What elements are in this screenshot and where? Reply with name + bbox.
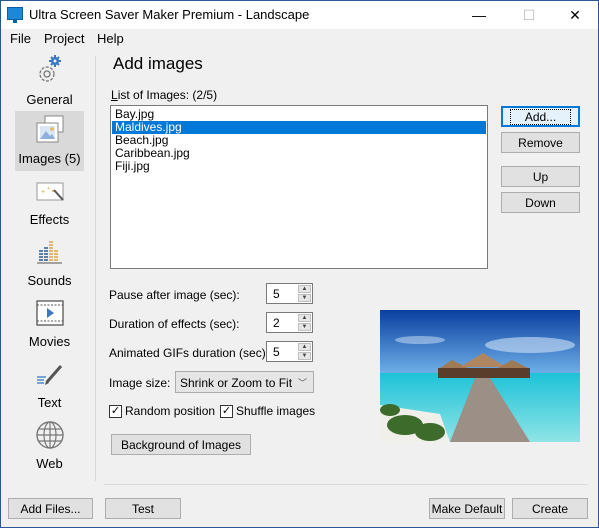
footer-divider [104, 484, 588, 485]
image-size-select[interactable]: Shrink or Zoom to Fit ﹀ [175, 371, 314, 393]
spin-up-icon[interactable]: ▲ [298, 285, 311, 293]
globe-icon [35, 421, 64, 449]
minimize-button[interactable]: — [456, 1, 502, 29]
sidebar-item-images[interactable]: Images (5) [15, 111, 84, 171]
spin-down-icon[interactable]: ▼ [298, 323, 311, 331]
test-button[interactable]: Test [105, 498, 181, 519]
pause-stepper[interactable]: 5 ▲ ▼ [266, 283, 313, 304]
sidebar-item-movies[interactable]: Movies [15, 294, 84, 354]
pause-label: Pause after image (sec): [109, 288, 240, 302]
sidebar: General Images (5) + + Effects Sounds Mo… [1, 49, 96, 481]
image-size-label: Image size: [109, 376, 171, 390]
sidebar-label-movies: Movies [28, 334, 71, 349]
menu-help[interactable]: Help [97, 31, 124, 46]
sidebar-divider [95, 56, 96, 481]
title-bar: Ultra Screen Saver Maker Premium - Lands… [1, 1, 598, 29]
window-title: Ultra Screen Saver Maker Premium - Lands… [29, 7, 310, 22]
sidebar-label-text: Text [37, 395, 62, 410]
maldives-preview-image [380, 310, 580, 442]
spin-up-icon[interactable]: ▲ [298, 314, 311, 322]
shuffle-images-checkbox[interactable]: ✓ Shuffle images [220, 404, 315, 418]
sidebar-item-sounds[interactable]: Sounds [15, 233, 84, 293]
gear-icon [38, 55, 61, 82]
sidebar-label-images: Images (5) [18, 151, 81, 166]
images-listbox[interactable]: Bay.jpg Maldives.jpg Beach.jpg Caribbean… [110, 105, 488, 269]
close-button[interactable]: ✕ [552, 1, 598, 29]
pause-value[interactable]: 5 [273, 287, 280, 301]
list-item-selected[interactable]: Maldives.jpg [112, 121, 486, 134]
pen-icon [36, 365, 62, 385]
svg-text:+: + [41, 189, 45, 196]
remove-button[interactable]: Remove [501, 132, 580, 153]
checkmark-icon[interactable]: ✓ [109, 404, 122, 418]
gif-duration-value[interactable]: 5 [273, 345, 280, 359]
maximize-button[interactable]: ☐ [506, 1, 552, 29]
film-icon [35, 300, 64, 326]
page-title: Add images [113, 54, 203, 73]
equalizer-icon [36, 241, 62, 264]
menu-bar: File Project Help [1, 29, 598, 49]
menu-project[interactable]: Project [44, 31, 84, 46]
duration-stepper[interactable]: 2 ▲ ▼ [266, 312, 313, 333]
create-button[interactable]: Create [512, 498, 588, 519]
add-files-button[interactable]: Add Files... [8, 498, 93, 519]
background-of-images-button[interactable]: Background of Images [111, 434, 251, 455]
sidebar-item-text[interactable]: Text [15, 355, 84, 415]
sidebar-item-web[interactable]: Web [15, 416, 84, 476]
duration-label: Duration of effects (sec): [109, 317, 240, 331]
up-button[interactable]: Up [501, 166, 580, 187]
magic-wand-icon: + + [36, 182, 64, 201]
random-position-checkbox[interactable]: ✓ Random position [109, 404, 215, 418]
menu-file[interactable]: File [10, 31, 31, 46]
gif-duration-label: Animated GIFs duration (sec): [109, 346, 270, 360]
sidebar-label-general: General [26, 92, 73, 107]
app-monitor-icon [7, 7, 23, 23]
gif-duration-stepper[interactable]: 5 ▲ ▼ [266, 341, 313, 362]
list-item[interactable]: Fiji.jpg [112, 160, 486, 173]
sidebar-item-general[interactable]: General [15, 52, 84, 112]
spin-down-icon[interactable]: ▼ [298, 352, 311, 360]
duration-value[interactable]: 2 [273, 316, 280, 330]
image-count: (2/5) [192, 88, 218, 102]
checkmark-icon[interactable]: ✓ [220, 404, 233, 418]
list-item[interactable]: Caribbean.jpg [112, 147, 486, 160]
sidebar-label-web: Web [36, 456, 63, 471]
down-button[interactable]: Down [501, 192, 580, 213]
add-button[interactable]: Add... [501, 106, 580, 127]
image-preview [380, 310, 580, 442]
sidebar-label-sounds: Sounds [27, 273, 72, 288]
sidebar-label-effects: Effects [29, 212, 70, 227]
spin-down-icon[interactable]: ▼ [298, 294, 311, 302]
sidebar-item-effects[interactable]: + + Effects [15, 172, 84, 232]
list-of-images-label: List of Images: (2/5) [111, 88, 218, 102]
spin-up-icon[interactable]: ▲ [298, 343, 311, 351]
app-window: Ultra Screen Saver Maker Premium - Lands… [0, 0, 599, 528]
chevron-down-icon: ﹀ [297, 378, 307, 388]
make-default-button[interactable]: Make Default [429, 498, 505, 519]
svg-text:+: + [47, 186, 50, 192]
images-icon [36, 115, 63, 143]
